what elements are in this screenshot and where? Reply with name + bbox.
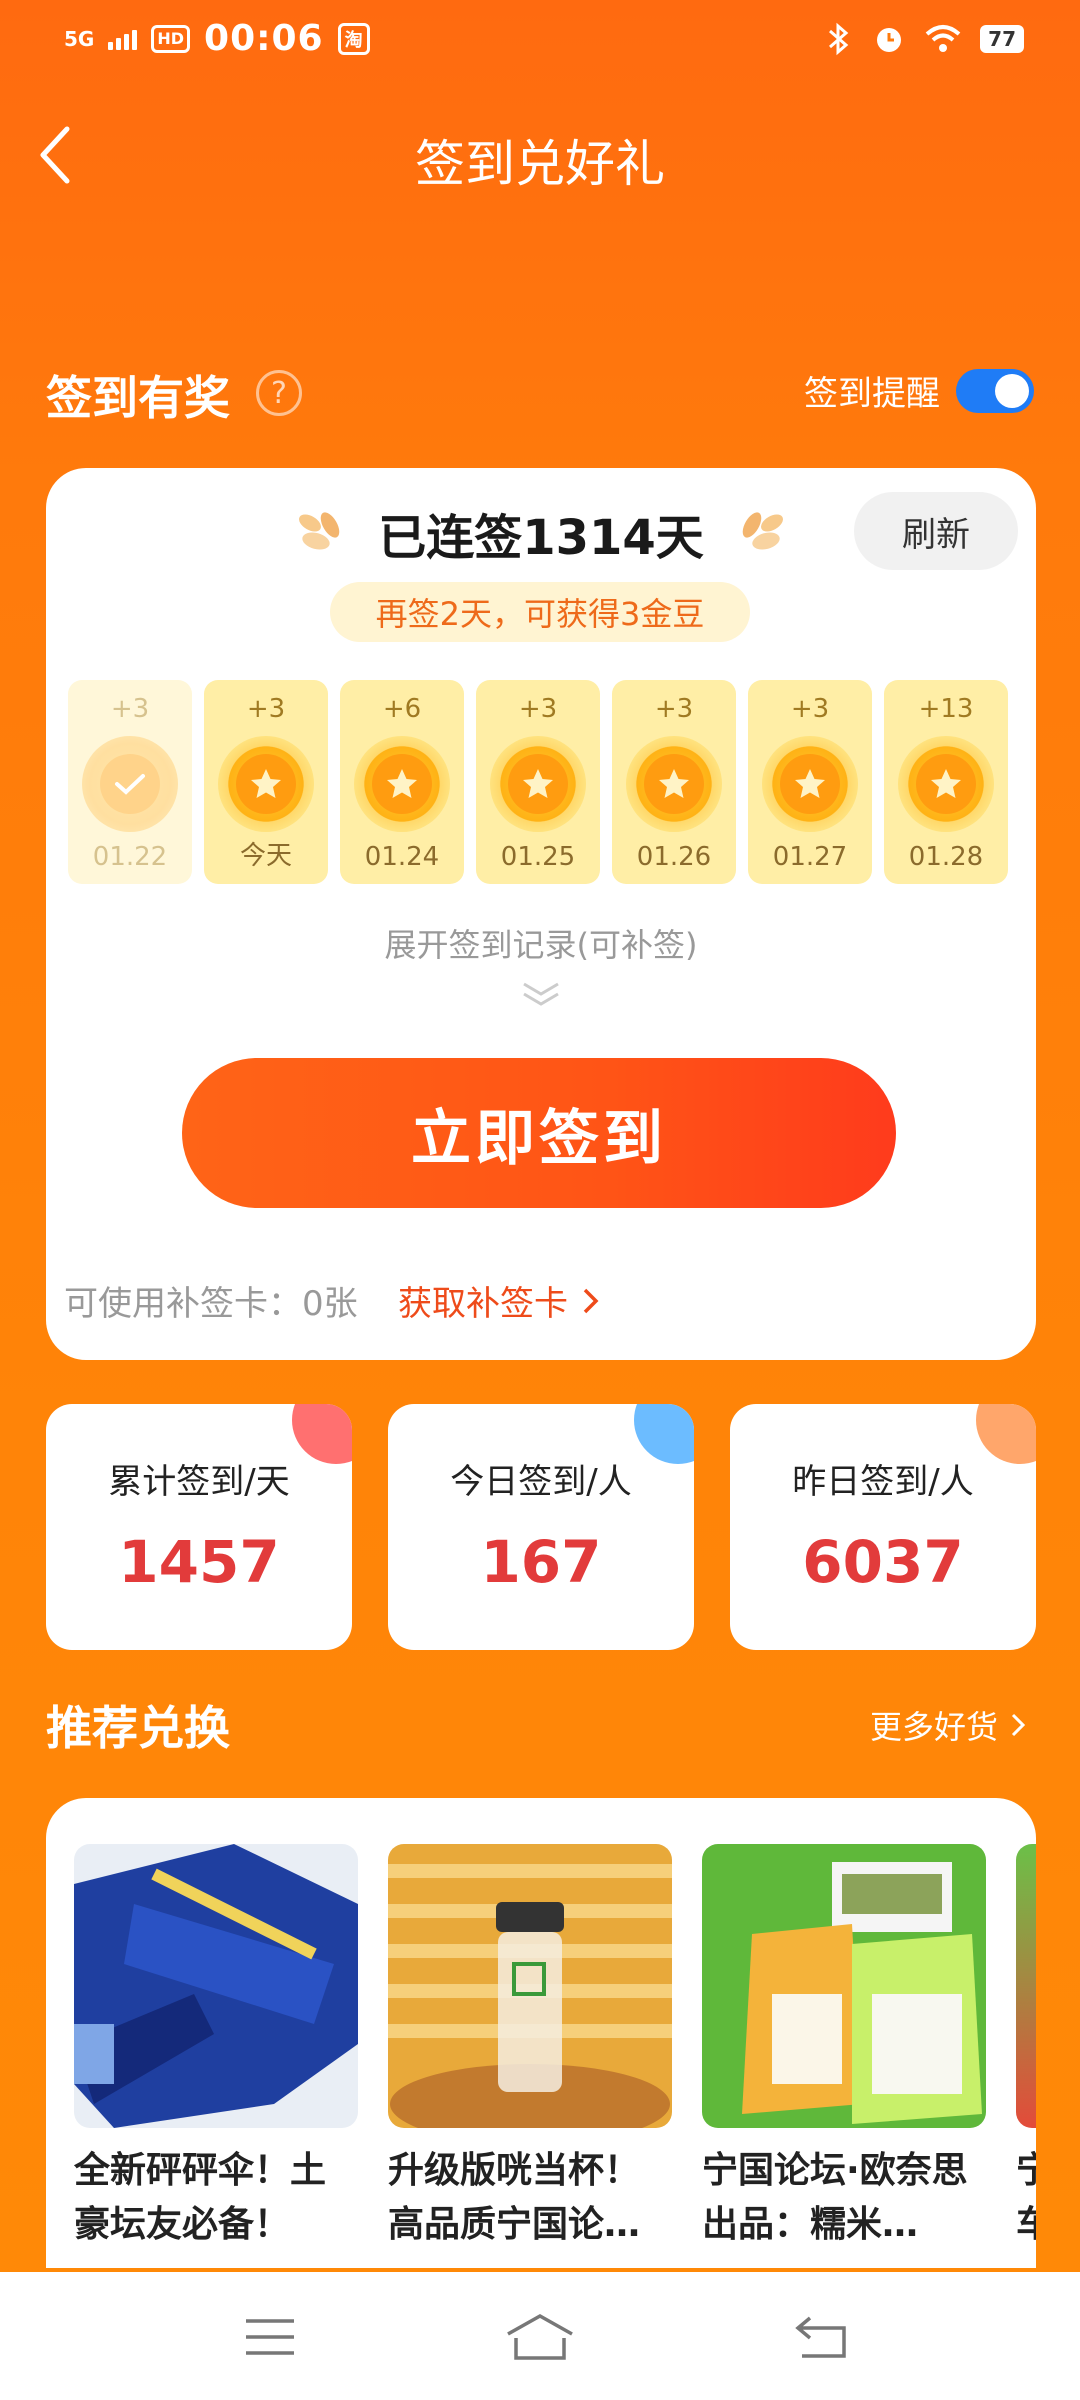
product-card[interactable]: 宁车 [1016,1844,1036,2252]
product-card[interactable]: 宁国论坛·欧奈思出品：糯米… [702,1844,986,2252]
day-points: +3 [654,694,694,724]
product-list: 全新砰砰伞！土豪坛友必备！ 升级版咣当杯！高品质宁国论… 宁国论坛·欧奈思出品：… [46,1798,1036,2268]
sign-in-button[interactable]: 立即签到 [182,1058,896,1208]
sign-card: 已连签1314天 刷新 再签2天，可获得3金豆 +3 01.22 +3 今天 +… [46,468,1036,1360]
signal-icon [108,28,138,50]
clock: 00:06 [204,18,324,59]
day-card: +3 01.26 [612,680,736,884]
alarm-icon [877,28,902,52]
star-coin-icon [354,736,450,832]
stat-value: 1457 [118,1528,280,1596]
product-title: 全新砰砰伞！土豪坛友必备！ [74,2150,327,2245]
day-points: +3 [518,694,558,724]
reminder-setting: 签到提醒 [804,366,1034,415]
hd-badge: HD [151,24,191,53]
reminder-toggle[interactable] [956,368,1034,413]
battery-icon: 77 [980,25,1024,53]
chevron-right-icon [1011,1713,1026,1737]
day-date: 01.25 [500,842,576,872]
more-goods-label: 更多好货 [869,1708,998,1746]
streak-text: 已连签1314天 [378,510,704,566]
get-makeup-card-link[interactable]: 获取补签卡 [398,1276,600,1325]
cup-photo [388,1844,672,2128]
star-coin-icon [218,736,314,832]
menu-button[interactable] [230,2302,310,2372]
product-title: 宁车 [1016,2150,1036,2245]
refresh-button[interactable]: 刷新 [854,492,1018,570]
laurel-left-icon [299,512,340,550]
stat-today-users: 今日签到/人 167 [388,1404,694,1650]
chevron-right-icon [583,1288,599,1313]
stat-yesterday-users: 昨日签到/人 6037 [730,1404,1036,1650]
star-coin-icon [762,736,858,832]
day-date: 01.24 [364,842,440,872]
return-icon [795,2316,846,2358]
product-photo [1016,1844,1036,2128]
checked-coin-icon [82,736,178,832]
umbrella-photo [74,1844,358,2128]
day-card-today: +3 今天 [204,680,328,884]
day-date: 01.27 [772,842,848,872]
stat-value: 6037 [802,1528,964,1596]
day-points: +3 [790,694,830,724]
system-nav-bar [0,2272,1080,2400]
star-coin-icon [490,736,586,832]
reminder-label: 签到提醒 [804,374,940,414]
day-date: 今天 [239,841,292,871]
checkin-section-title: 签到有奖 [46,371,230,425]
expand-history-link[interactable]: 展开签到记录(可补签) [46,920,1036,966]
more-goods-link[interactable]: 更多好货 [870,1702,1026,1748]
get-makeup-card-label: 获取补签卡 [398,1284,568,1324]
stat-total-days: 累计签到/天 1457 [46,1404,352,1650]
back-nav-button[interactable] [782,2302,862,2372]
status-bar: 5G HD 00:06 淘 77 [0,0,1080,80]
day-points: +6 [382,694,422,724]
home-icon [507,2313,573,2360]
product-title: 宁国论坛·欧奈思出品：糯米… [702,2150,968,2245]
day-card: +6 01.24 [340,680,464,884]
day-points: +13 [918,694,974,724]
day-points: +3 [246,694,286,724]
laurel-right-icon [742,512,783,550]
help-icon[interactable]: ? [256,370,302,416]
day-card: +3 01.27 [748,680,872,884]
stat-label: 昨日签到/人 [792,1462,974,1502]
bonus-tip: 再签2天，可获得3金豆 [330,582,750,642]
stat-value: 167 [480,1528,602,1596]
home-button[interactable] [500,2302,580,2372]
page-title: 签到兑好礼 [415,135,665,193]
recommend-section-title: 推荐兑换 [46,1701,230,1755]
day-strip: +3 01.22 +3 今天 +6 01.24 +3 01.25 +3 01.2… [68,680,1014,884]
day-points: +3 [110,694,150,724]
rice-snack-photo [702,1844,986,2128]
day-card: +3 01.25 [476,680,600,884]
day-card: +3 01.22 [68,680,192,884]
star-coin-icon [626,736,722,832]
wifi-icon [925,25,961,52]
stat-label: 今日签到/人 [450,1462,632,1502]
day-date: 01.22 [92,842,168,872]
day-date: 01.28 [908,842,984,872]
menu-icon [246,2319,294,2355]
product-card[interactable]: 升级版咣当杯！高品质宁国论… [388,1844,672,2252]
network-type: 5G [64,26,95,51]
header: 签到兑好礼 [0,110,1080,200]
makeup-card-count: 可使用补签卡：0张 [64,1284,358,1324]
star-coin-icon [898,736,994,832]
bluetooth-icon [829,22,849,56]
day-date: 01.26 [636,842,712,872]
chevron-down-icon[interactable] [516,978,566,1008]
product-title: 升级版咣当杯！高品质宁国论… [388,2150,641,2245]
day-card: +13 01.28 [884,680,1008,884]
product-card[interactable]: 全新砰砰伞！土豪坛友必备！ [74,1844,358,2252]
stat-label: 累计签到/天 [108,1462,290,1502]
app-notification-icon: 淘 [337,22,370,55]
